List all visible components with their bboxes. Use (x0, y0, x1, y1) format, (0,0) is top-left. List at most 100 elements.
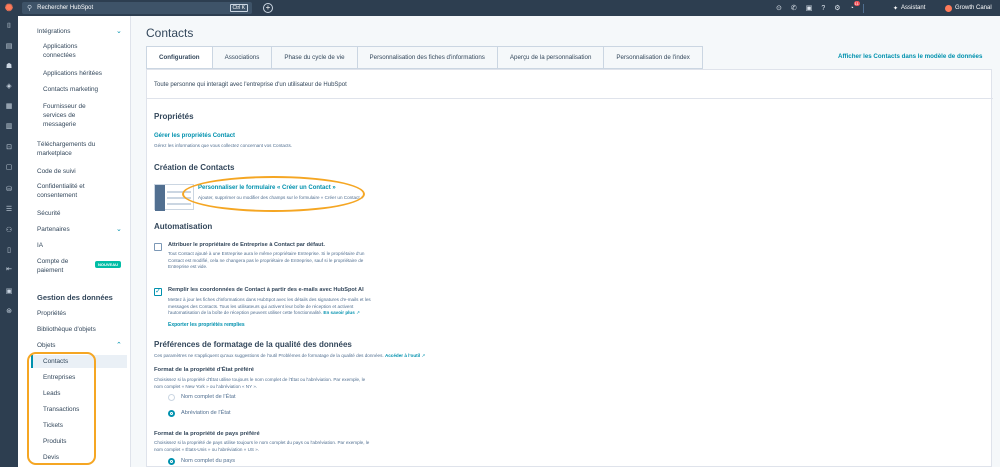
sidebar-item-security[interactable]: Sécurité (37, 209, 60, 218)
annotation-highlight-form-link (182, 176, 365, 212)
annotation-highlight-objects (27, 352, 96, 465)
help-icon[interactable]: ? (821, 5, 825, 12)
tab-preview-customization[interactable]: Aperçu de la personnalisation (498, 47, 605, 68)
properties-heading: Propriétés (154, 112, 194, 121)
sparkle-icon: ✦ (893, 5, 899, 12)
sidebar-item-marketplace-downloads[interactable]: Téléchargements du marketplace (37, 140, 95, 158)
settings-gear-icon[interactable]: ⚙ (834, 4, 840, 12)
properties-description: Gérez les informations que vous collecte… (154, 143, 293, 148)
sidebar-item-ai[interactable]: IA (37, 241, 43, 250)
settings-icon[interactable]: ⊛ (5, 308, 13, 316)
ai-enrich-description: Mettez à jour les fiches d'informations … (168, 297, 371, 315)
divider (862, 3, 864, 13)
top-navigation-bar: ✺ ⚲ Rechercher HubSpot Ctrl K + ⊙ ✆ ▣ ? … (0, 0, 1000, 16)
sidebar-section-data-management: Gestion des données (37, 293, 113, 302)
contacts-icon[interactable]: ☗ (5, 63, 13, 71)
ai-enrich-label: Remplir les coordonnées de Contact à par… (168, 287, 364, 293)
reporting-icon[interactable]: ▯ (5, 247, 13, 255)
sidebar-item-objects[interactable]: Objets (37, 341, 55, 350)
marketing-icon[interactable]: ◈ (5, 83, 13, 91)
calling-icon[interactable]: ✆ (791, 4, 797, 12)
assistant-label: Assistant (901, 5, 926, 11)
country-full-name-radio[interactable] (168, 458, 175, 465)
sidebar-item-tracking-code[interactable]: Code de suivi (37, 167, 76, 176)
country-format-heading: Format de la propriété de pays préféré (154, 431, 260, 437)
tab-record-customization[interactable]: Personnalisation des fiches d'informatio… (358, 47, 498, 68)
assistant-button[interactable]: ✦ Assistant (893, 0, 925, 16)
search-placeholder: Rechercher HubSpot (37, 5, 94, 11)
hubspot-logo-icon[interactable]: ✺ (0, 0, 18, 16)
thumbnail-line (167, 203, 191, 205)
search-input[interactable]: ⚲ Rechercher HubSpot Ctrl K (22, 2, 252, 14)
sales-icon[interactable]: ▥ (5, 123, 13, 131)
state-abbreviation-radio[interactable] (168, 410, 175, 417)
assign-owner-label: Attribuer le propriétaire de Entreprise … (168, 242, 325, 248)
account-name: Growth Canal (955, 5, 992, 11)
divider (147, 98, 993, 99)
external-link-icon: ↗ (356, 310, 360, 315)
manage-properties-link[interactable]: Gérer les propriétés Contact (154, 133, 235, 139)
state-abbreviation-label: Abréviation de l'État (181, 410, 231, 416)
sidebar-item-connected-apps[interactable]: Applications connectées (43, 42, 77, 60)
content-icon[interactable]: ▦ (5, 103, 13, 111)
search-icon: ⚲ (27, 5, 33, 12)
sidebar-item-partners[interactable]: Partenaires (37, 225, 70, 234)
sidebar-item-object-library[interactable]: Bibliothèque d'objets (37, 325, 96, 334)
tab-index-customization[interactable]: Personnalisation de l'index (604, 47, 701, 68)
workspaces-icon[interactable]: ▤ (5, 43, 13, 51)
formatting-description: Ces paramètres ne s'appliquent qu'aux su… (154, 353, 426, 358)
sidebar-item-properties[interactable]: Propriétés (37, 309, 66, 318)
tab-configuration[interactable]: Configuration (147, 47, 213, 68)
tab-associations[interactable]: Associations (213, 47, 273, 68)
assign-owner-description: Tout Contact ajouté à une Entreprise aur… (168, 251, 365, 269)
sidebar-item-payment-account[interactable]: Compte de paiement (37, 257, 68, 275)
page-title: Contacts (146, 26, 194, 40)
account-menu[interactable]: Growth Canal (945, 0, 992, 16)
library-icon[interactable]: ⚇ (5, 227, 13, 235)
notifications-bell-icon[interactable]: ◔ 11 (850, 0, 860, 12)
external-link-icon: ↗ (421, 353, 426, 358)
marketplace-icon[interactable]: ▣ (806, 4, 813, 12)
assign-company-owner-checkbox[interactable] (154, 243, 162, 251)
sidebar-item-email-service-provider[interactable]: Fournisseur de services de messagerie (43, 102, 86, 129)
create-new-button[interactable]: + (263, 3, 273, 13)
data-management-icon[interactable]: ⛁ (5, 186, 13, 194)
sidebar-item-privacy-consent[interactable]: Confidentialité et consentement (37, 182, 85, 200)
upgrade-icon[interactable]: ⊙ (776, 4, 782, 12)
sidebar-item-integrations[interactable]: Intégrations (37, 27, 70, 36)
chevron-down-icon[interactable]: ⌄ (116, 225, 122, 233)
state-full-name-label: Nom complet de l'État (181, 394, 236, 400)
configuration-panel: Toute personne qui interagit avec l'entr… (146, 69, 993, 467)
left-nav-rail: ⌷ ▤ ☗ ◈ ▦ ▥ ⊡ ▢ ⛁ ☰ ⚇ ▯ ⇤ ▣ ⊛ (0, 16, 18, 467)
tab-bar: Configuration Associations Phase du cycl… (146, 46, 703, 69)
commerce-icon[interactable]: ⊡ (5, 144, 13, 152)
new-badge: NOUVEAU (95, 261, 122, 268)
ai-enrich-contacts-checkbox[interactable]: ✓ (154, 288, 162, 296)
keyboard-shortcut: Ctrl K (229, 4, 248, 12)
sidebar-item-inherited-apps[interactable]: Applications héritées (43, 69, 102, 78)
object-description: Toute personne qui interagit avec l'entr… (154, 82, 347, 88)
data-model-link[interactable]: Afficher les Contacts dans le modèle de … (838, 53, 982, 60)
access-tool-link[interactable]: Accéder à l'outil (385, 353, 420, 358)
avatar (945, 4, 952, 12)
tab-lifecycle-stage[interactable]: Phase du cycle de vie (272, 47, 358, 68)
bookmark-icon[interactable]: ⌷ (5, 23, 13, 31)
top-utility-icons: ⊙ ✆ ▣ ? ⚙ ◔ 11 (776, 0, 864, 16)
state-format-description: Choisissez si la propriété d'État utilis… (154, 377, 366, 389)
learn-more-link[interactable]: En savoir plus (323, 310, 354, 315)
collapse-nav-icon[interactable]: ⇤ (5, 266, 13, 274)
apps-icon[interactable]: ▣ (5, 288, 13, 296)
sidebar-item-contacts-marketing[interactable]: Contacts marketing (43, 85, 98, 94)
state-full-name-radio[interactable] (168, 394, 175, 401)
state-format-heading: Format de la propriété d'État préféré (154, 367, 254, 373)
notification-count-badge: 11 (853, 0, 860, 6)
formatting-heading: Préférences de formatage de la qualité d… (154, 340, 352, 349)
chevron-up-icon[interactable]: ⌄ (116, 27, 122, 35)
automation-heading: Automatisation (154, 222, 213, 231)
chevron-up-icon[interactable]: ⌃ (116, 341, 122, 349)
automation-icon[interactable]: ☰ (5, 206, 13, 214)
main-content: Contacts Configuration Associations Phas… (146, 16, 1000, 467)
service-icon[interactable]: ▢ (5, 164, 13, 172)
export-properties-link[interactable]: Exporter les propriétés remplies (168, 322, 245, 328)
country-full-name-label: Nom complet du pays (181, 458, 236, 464)
